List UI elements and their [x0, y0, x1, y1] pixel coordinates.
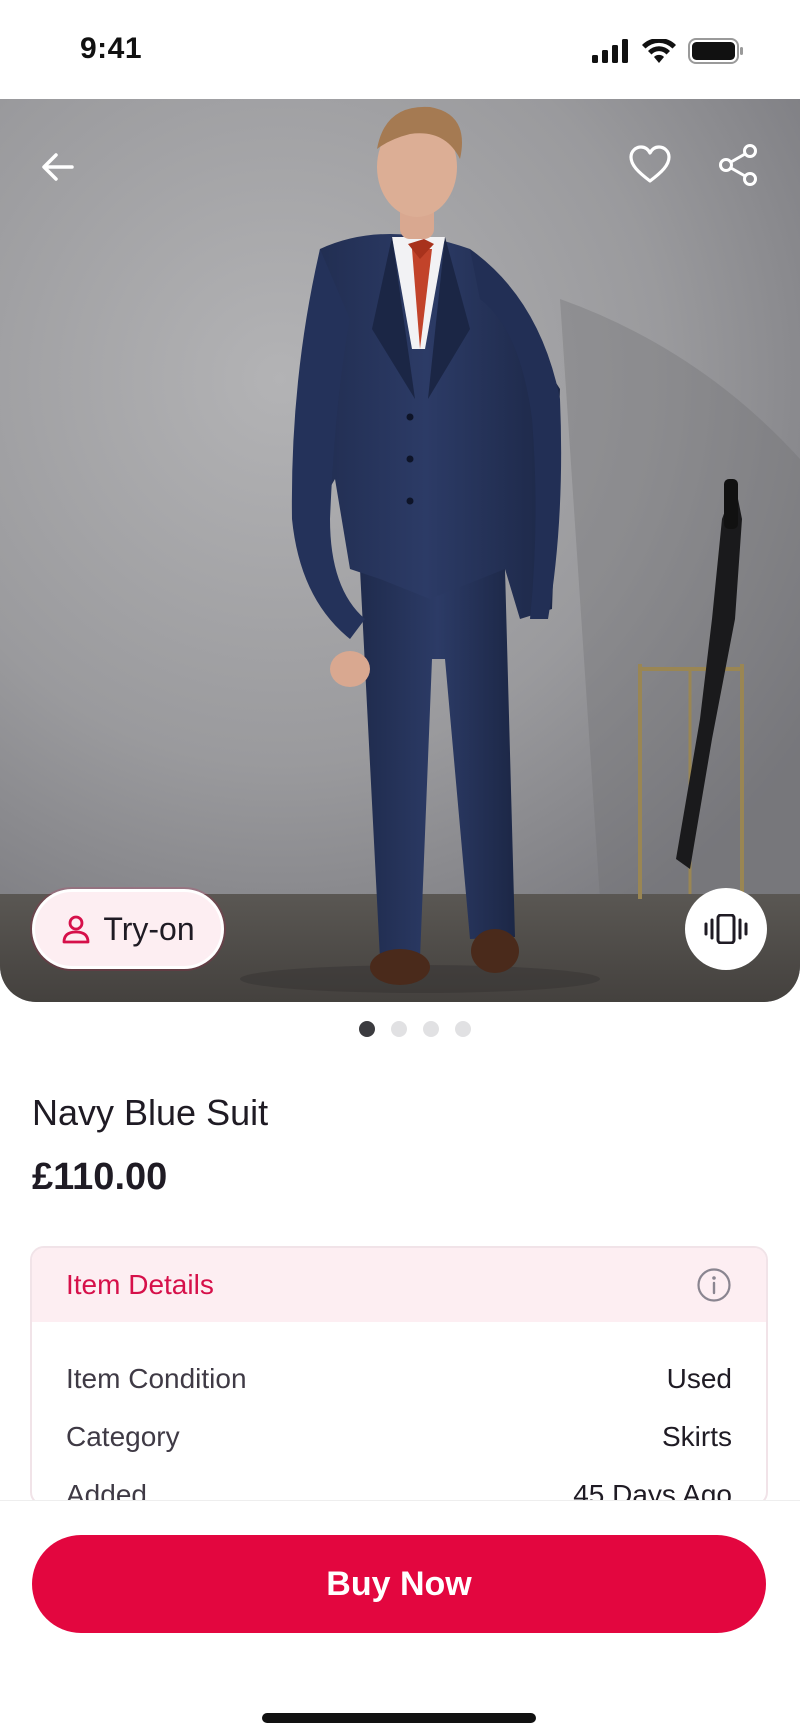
wifi-icon [642, 39, 676, 63]
rotate-360-icon [704, 914, 748, 944]
info-icon[interactable] [696, 1267, 732, 1303]
carousel-dot-3[interactable] [423, 1021, 439, 1037]
heart-icon [629, 145, 671, 183]
detail-label: Item Condition [66, 1363, 247, 1394]
favorite-button[interactable] [622, 137, 678, 193]
product-price: £110.00 [32, 1156, 168, 1198]
person-icon [62, 915, 90, 944]
carousel-indicator [0, 1021, 800, 1037]
rotate-view-button[interactable] [685, 888, 767, 970]
status-bar: 9:41 [0, 0, 800, 100]
detail-value: Skirts [662, 1421, 732, 1452]
item-details-rows: Item Condition Used Category Skirts Adde… [32, 1322, 766, 1504]
share-icon [719, 144, 757, 186]
status-time: 9:41 [80, 32, 143, 65]
arrow-left-icon [42, 153, 74, 181]
detail-label: Category [66, 1421, 180, 1452]
buy-now-button[interactable]: Buy Now [32, 1535, 766, 1633]
carousel-dot-2[interactable] [391, 1021, 407, 1037]
item-details-title: Item Details [66, 1269, 214, 1300]
carousel-dot-4[interactable] [455, 1021, 471, 1037]
detail-row-category: Category Skirts [66, 1408, 732, 1466]
share-button[interactable] [710, 137, 766, 193]
home-indicator[interactable] [262, 1713, 536, 1723]
try-on-button[interactable]: Try-on [32, 889, 224, 969]
try-on-label: Try-on [103, 910, 195, 947]
back-button[interactable] [30, 139, 86, 195]
carousel-dot-1[interactable] [359, 1021, 375, 1037]
cellular-signal-icon [592, 39, 628, 63]
bottom-action-bar: Buy Now [0, 1500, 800, 1734]
status-icons [592, 38, 744, 64]
product-image[interactable]: Try-on [0, 99, 800, 1002]
item-details-header: Item Details [32, 1248, 766, 1322]
product-name: Navy Blue Suit [32, 1092, 269, 1133]
detail-row-condition: Item Condition Used [66, 1350, 732, 1408]
item-details-card: Item Details Item Condition Used Categor… [30, 1246, 768, 1506]
detail-value: Used [666, 1363, 732, 1394]
product-photo [0, 99, 800, 1002]
battery-icon [688, 38, 743, 64]
